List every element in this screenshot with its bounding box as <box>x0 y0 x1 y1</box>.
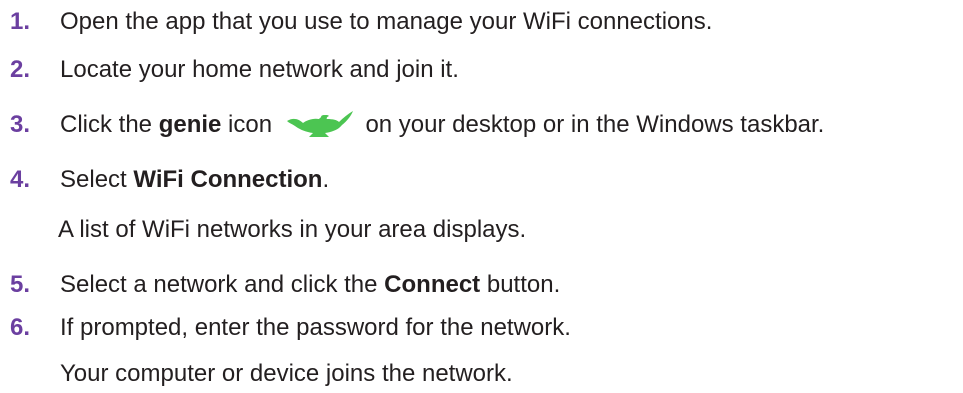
step-text-pre: Select <box>60 166 134 193</box>
step-text: If prompted, enter the password for the … <box>60 314 571 341</box>
step-number: 3. <box>10 111 31 138</box>
step-text-mid: icon <box>221 111 273 138</box>
step-text-bold: Connect <box>384 271 481 298</box>
step-number: 5. <box>10 271 31 298</box>
step-text: Locate your home network and join it. <box>60 56 459 83</box>
step-6-note: Your computer or device joins the networ… <box>60 360 513 387</box>
step-text: Select WiFi Connection. <box>60 162 329 198</box>
instructions-document: 1. Open the app that you use to manage y… <box>0 0 963 393</box>
step-text-bold: WiFi Connection <box>133 166 323 193</box>
step-text-bold: genie <box>158 111 222 138</box>
step-number: 4. <box>10 166 31 193</box>
step-text: Click the genie icon on your desktop or … <box>60 107 824 143</box>
step-number: 6. <box>10 314 31 341</box>
step-text: Select a network and click the Connect b… <box>60 267 560 303</box>
genie-lamp-icon <box>285 108 355 140</box>
step-text-post: button. <box>480 271 561 298</box>
step-number: 2. <box>10 56 31 83</box>
step-number: 1. <box>10 8 31 35</box>
step-4-note: A list of WiFi networks in your area dis… <box>58 216 527 243</box>
step-text-post: . <box>322 166 330 193</box>
step-text-post: on your desktop or in the Windows taskba… <box>365 111 825 138</box>
step-text: Open the app that you use to manage your… <box>60 8 713 35</box>
step-text-pre: Click the <box>60 111 159 138</box>
step-text-pre: Select a network and click the <box>60 271 385 298</box>
